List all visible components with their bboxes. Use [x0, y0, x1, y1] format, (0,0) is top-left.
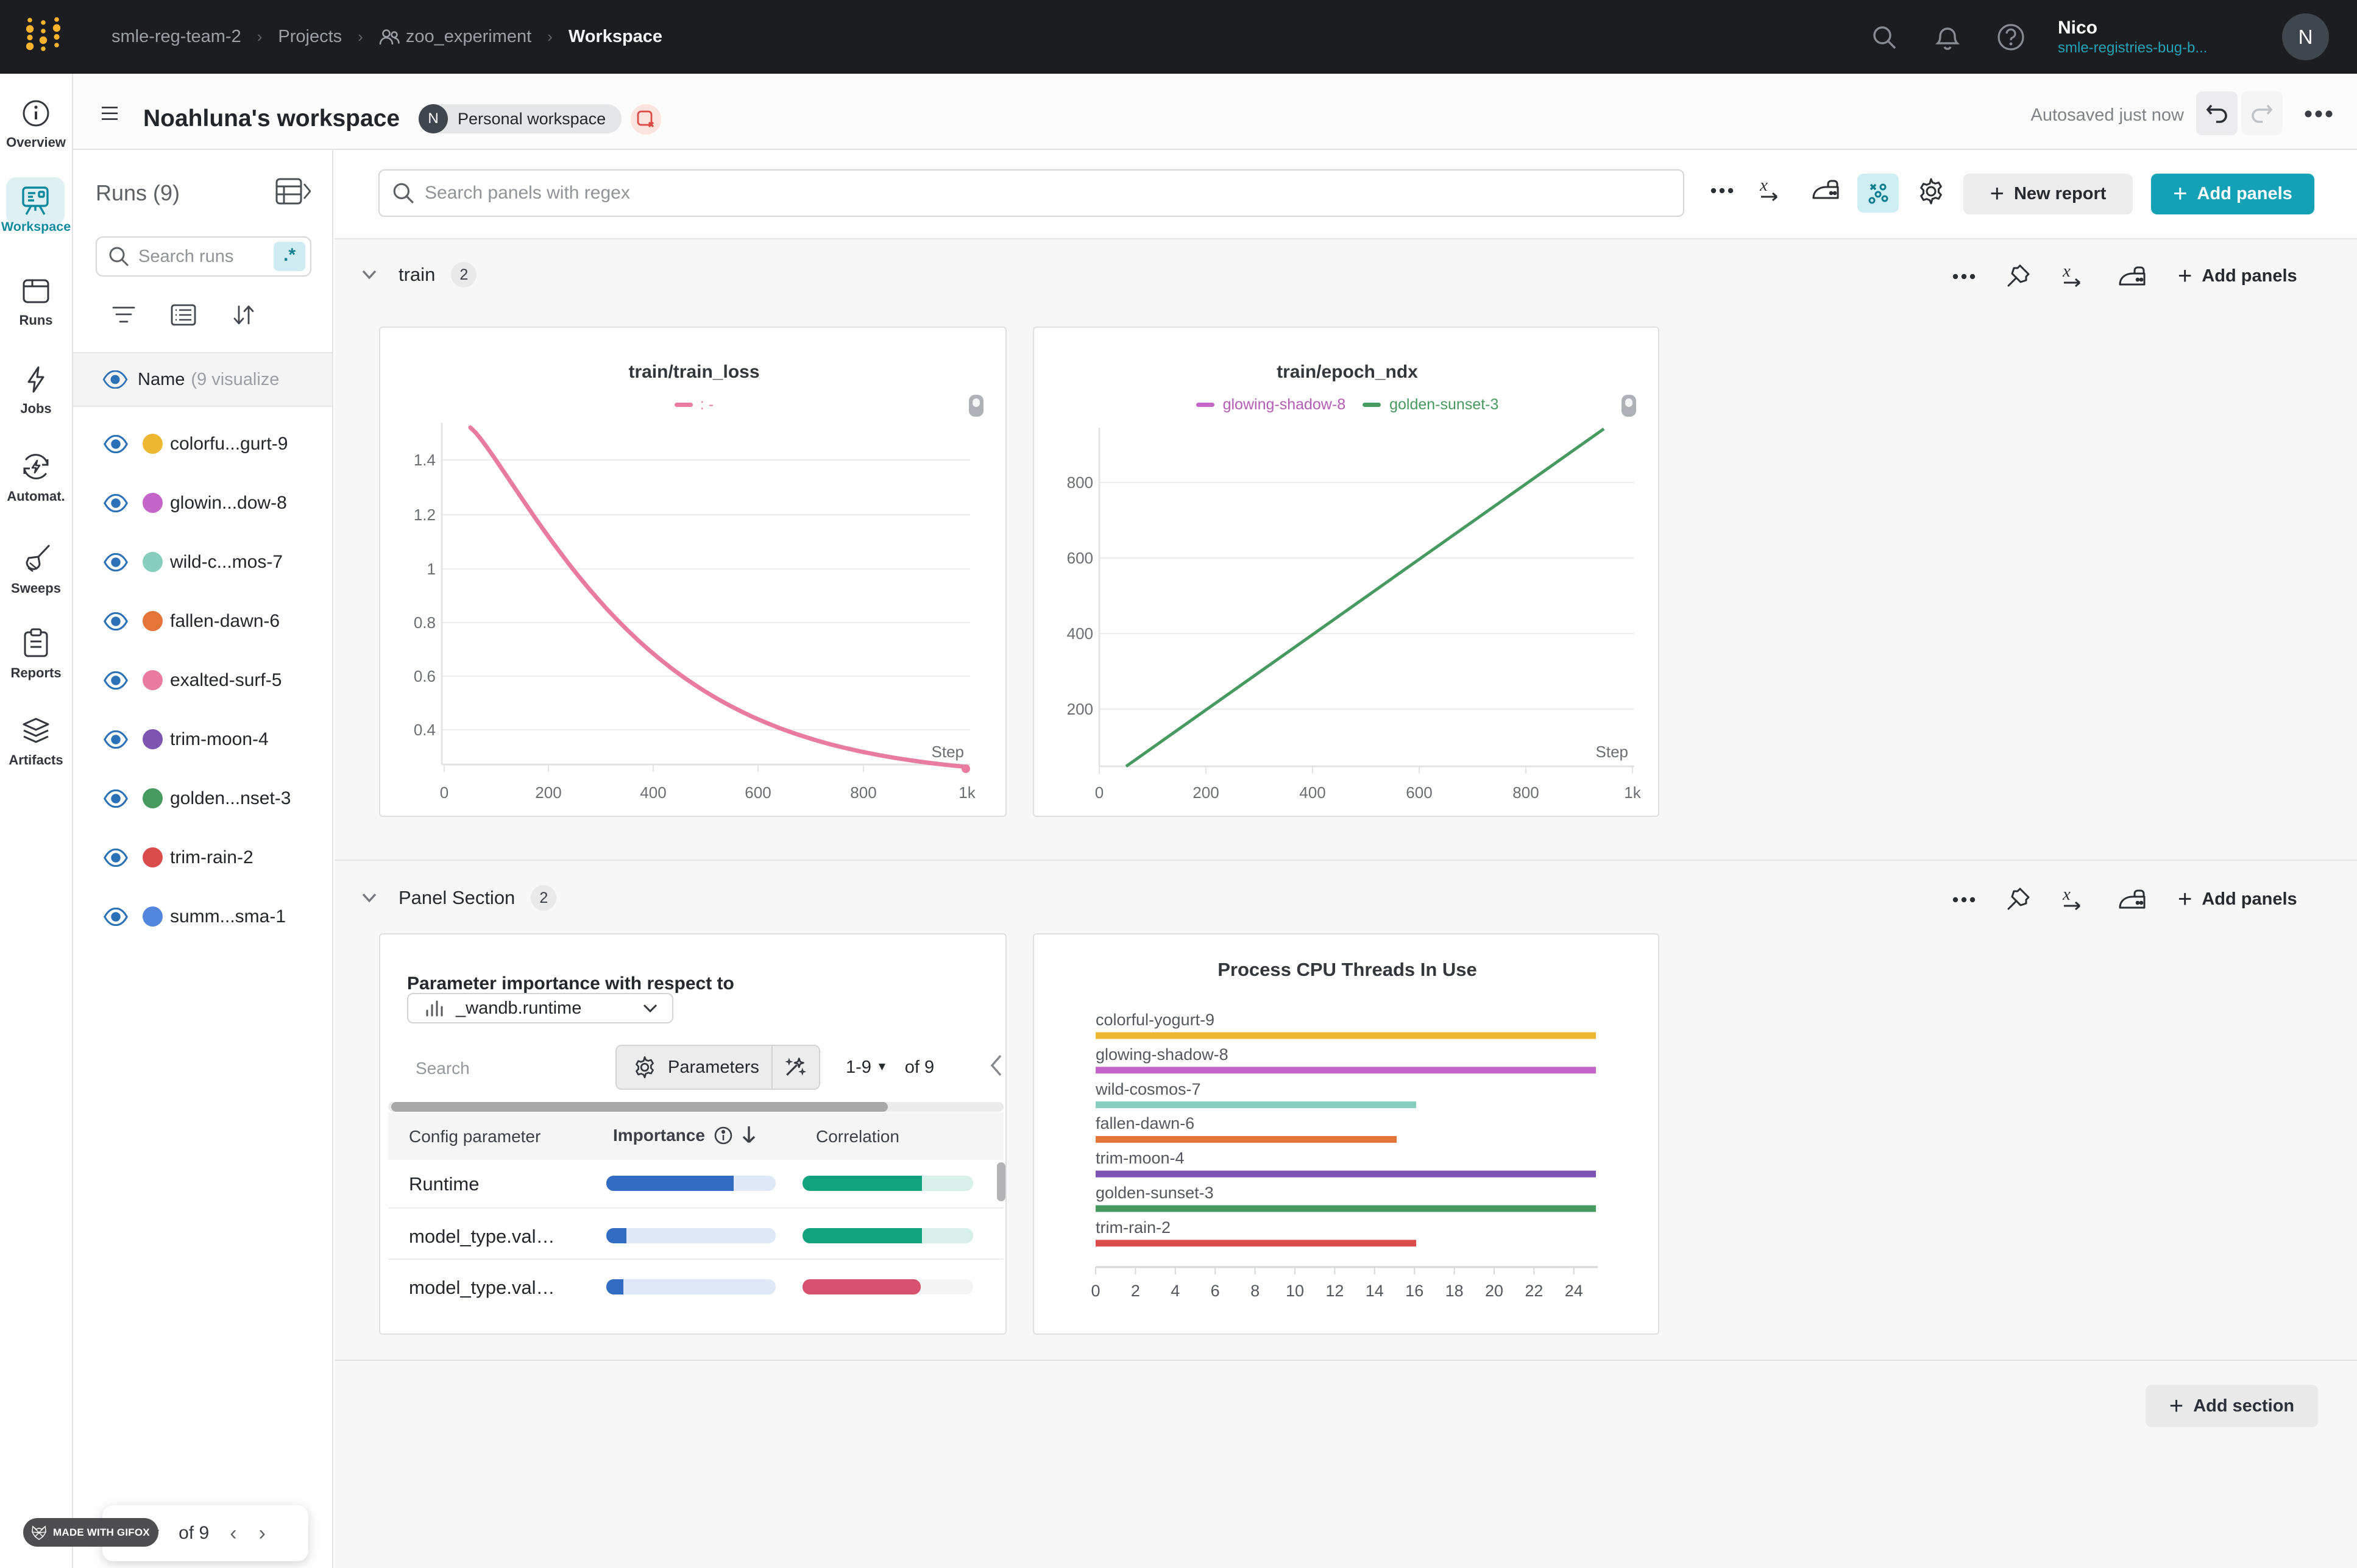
- svg-text:1: 1: [427, 560, 436, 578]
- svg-text:trim-moon-4: trim-moon-4: [1096, 1149, 1185, 1167]
- svg-text:x: x: [2062, 887, 2071, 904]
- svg-text:600: 600: [1406, 783, 1432, 802]
- svg-text:400: 400: [1299, 783, 1325, 802]
- svg-text:200: 200: [535, 783, 561, 802]
- svg-text:0.8: 0.8: [414, 613, 436, 632]
- svg-text:16: 16: [1405, 1282, 1423, 1300]
- svg-text:400: 400: [640, 783, 666, 802]
- svg-text:6: 6: [1211, 1282, 1220, 1300]
- svg-text:glowing-shadow-8: glowing-shadow-8: [1096, 1045, 1228, 1064]
- svg-text:800: 800: [850, 783, 876, 802]
- svg-text:x: x: [2062, 264, 2071, 281]
- svg-text:18: 18: [1445, 1282, 1464, 1300]
- svg-text:1k: 1k: [959, 783, 976, 802]
- svg-text:600: 600: [1067, 549, 1093, 567]
- svg-text:1k: 1k: [1624, 783, 1641, 802]
- svg-text:x: x: [1759, 178, 1768, 195]
- svg-text:10: 10: [1286, 1282, 1304, 1300]
- svg-text:Step: Step: [932, 743, 965, 761]
- svg-text:22: 22: [1525, 1282, 1543, 1300]
- svg-text:fallen-dawn-6: fallen-dawn-6: [1096, 1114, 1194, 1132]
- svg-text:0: 0: [1091, 1282, 1100, 1300]
- svg-text:0.4: 0.4: [414, 721, 436, 739]
- svg-text:wild-cosmos-7: wild-cosmos-7: [1095, 1080, 1201, 1098]
- svg-text:600: 600: [745, 783, 771, 802]
- svg-text:8: 8: [1250, 1282, 1260, 1300]
- svg-text:400: 400: [1067, 624, 1093, 643]
- svg-text:14: 14: [1366, 1282, 1384, 1300]
- svg-text:800: 800: [1067, 473, 1093, 492]
- svg-text:colorful-yogurt-9: colorful-yogurt-9: [1096, 1011, 1214, 1029]
- svg-text:1.2: 1.2: [414, 506, 436, 524]
- svg-text:0: 0: [1095, 783, 1104, 802]
- svg-text:Step: Step: [1596, 743, 1629, 761]
- svg-text:golden-sunset-3: golden-sunset-3: [1096, 1184, 1214, 1202]
- svg-text:0: 0: [440, 783, 448, 802]
- svg-text:12: 12: [1325, 1282, 1344, 1300]
- svg-text:20: 20: [1485, 1282, 1503, 1300]
- svg-text:0.6: 0.6: [414, 667, 436, 685]
- svg-text:1.4: 1.4: [414, 451, 436, 469]
- svg-text:4: 4: [1171, 1282, 1180, 1300]
- svg-text:200: 200: [1067, 700, 1093, 718]
- svg-text:24: 24: [1565, 1282, 1583, 1300]
- svg-text:2: 2: [1131, 1282, 1140, 1300]
- svg-text:trim-rain-2: trim-rain-2: [1096, 1218, 1171, 1237]
- svg-text:800: 800: [1512, 783, 1539, 802]
- svg-text:200: 200: [1193, 783, 1219, 802]
